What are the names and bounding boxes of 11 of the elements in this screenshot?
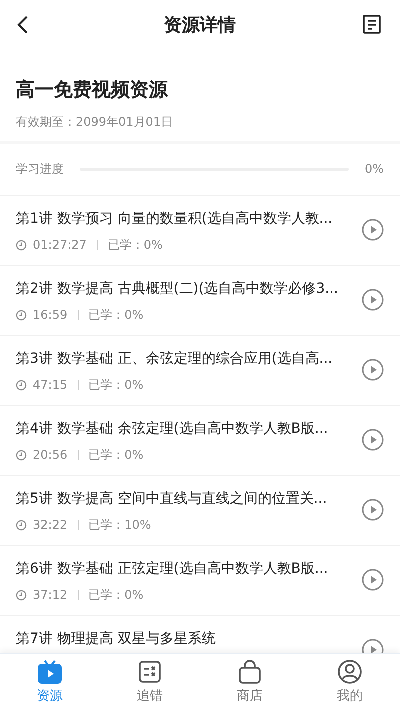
lesson-duration: 01:27:27: [33, 237, 87, 254]
lesson-duration: 32:22: [33, 517, 68, 534]
expiry-date: 有效期至：2099年01月01日: [16, 114, 174, 130]
progress-label: 学习进度: [16, 161, 64, 178]
lesson-duration: 20:56: [33, 447, 68, 464]
lesson-duration: 47:15: [33, 377, 68, 394]
page-title: 资源详情: [164, 14, 236, 38]
lesson-duration: 37:12: [33, 587, 68, 604]
progress-reading: 0%: [364, 161, 384, 178]
lesson-duration: 16:59: [33, 307, 68, 324]
resource-title: 高一免费视频资源: [16, 78, 170, 103]
